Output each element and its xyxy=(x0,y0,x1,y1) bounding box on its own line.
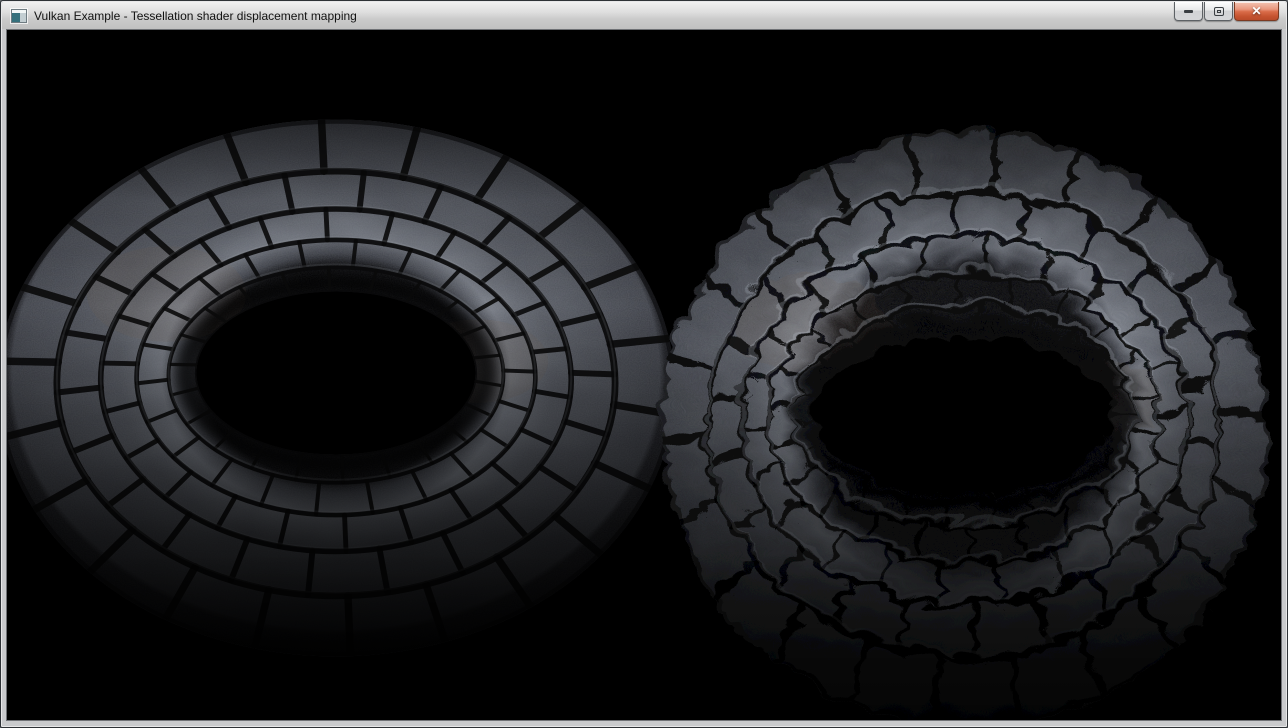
close-icon: ✕ xyxy=(1251,5,1261,17)
maximize-icon xyxy=(1214,7,1224,16)
minimize-icon xyxy=(1184,10,1193,13)
maximize-button[interactable] xyxy=(1204,2,1233,21)
close-button[interactable]: ✕ xyxy=(1234,2,1279,21)
minimize-button[interactable] xyxy=(1174,2,1203,21)
bottom-fade xyxy=(7,551,1281,720)
render-canvas xyxy=(7,30,1281,720)
window-title: Vulkan Example - Tessellation shader dis… xyxy=(34,9,357,23)
app-window: Vulkan Example - Tessellation shader dis… xyxy=(0,0,1288,728)
window-controls: ✕ xyxy=(1174,2,1279,21)
render-viewport[interactable] xyxy=(6,29,1282,721)
titlebar[interactable]: Vulkan Example - Tessellation shader dis… xyxy=(2,2,1286,29)
app-icon xyxy=(11,9,27,23)
